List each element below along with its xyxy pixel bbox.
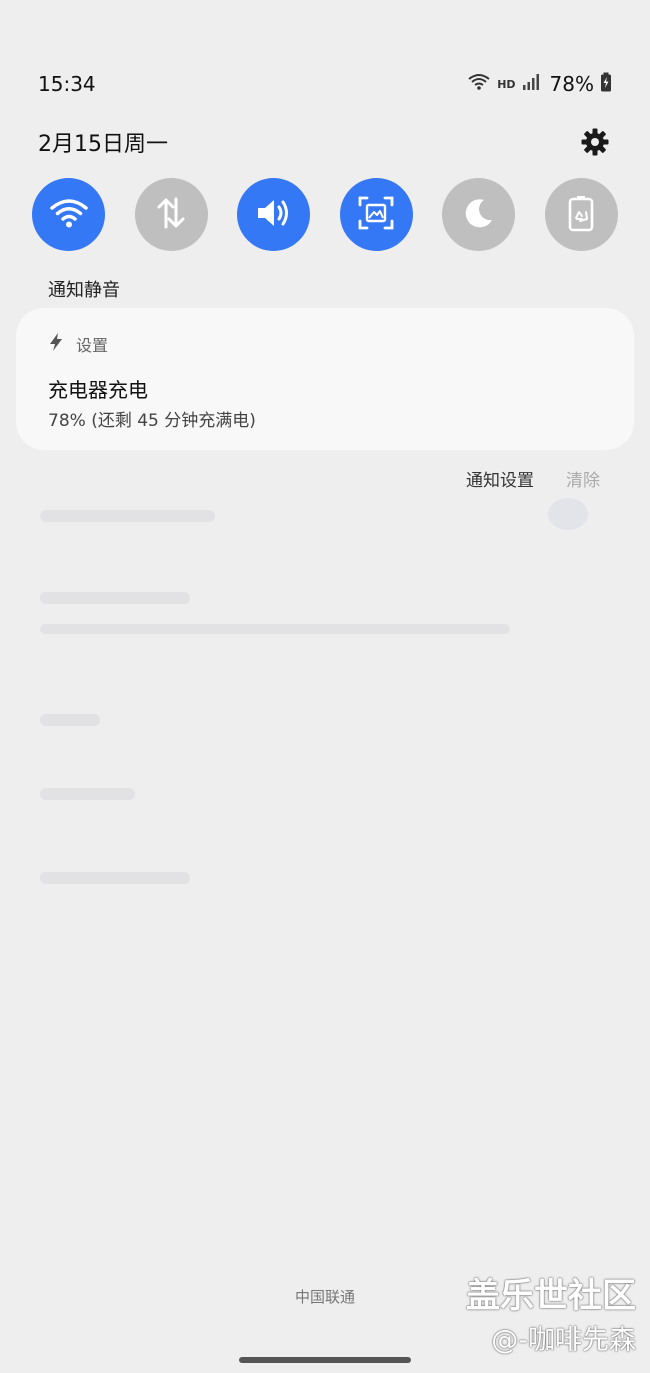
blurred-text [40,510,215,522]
notification-card[interactable]: 设置 充电器充电 78% (还剩 45 分钟充满电) [16,308,634,450]
notification-app-header: 设置 [48,332,108,356]
screenshot-icon [357,195,395,235]
battery-recycle-icon [566,194,596,236]
network-badge: HD [497,77,516,91]
home-indicator[interactable] [239,1357,411,1363]
status-bar: 15:34 HD 78% [0,64,650,104]
mobile-data-toggle[interactable] [134,178,208,251]
blurred-toggle [548,498,588,530]
power-saving-toggle[interactable] [544,178,618,251]
blurred-text [40,624,510,634]
battery-percent: 78% [549,72,594,96]
date-label: 2月15日周一 [38,132,168,157]
blurred-text [40,714,100,726]
quick-settings-toggles [32,178,618,252]
status-icons: HD 78% [467,72,612,96]
blurred-text [40,872,190,884]
screenshot-toggle[interactable] [339,178,413,251]
wifi-icon [49,196,89,234]
wifi-toggle[interactable] [32,178,105,251]
watermark-author: @-咖啡先森 [491,1325,636,1356]
notification-body: 78% (还剩 45 分钟充满电) [48,411,256,431]
speaker-icon [254,195,294,235]
watermark-community: 盖乐世社区 [466,1276,636,1316]
signal-icon [522,73,540,95]
notification-app-name: 设置 [76,336,109,355]
bolt-icon [48,332,64,356]
notification-title: 充电器充电 [48,378,148,402]
blurred-text [40,592,190,604]
battery-charging-icon [600,72,612,96]
blurred-text [40,788,135,800]
moon-icon [462,196,496,234]
sound-toggle[interactable] [237,178,311,251]
wifi-icon [467,72,491,96]
data-arrows-icon [153,195,189,235]
clear-button[interactable]: 清除 [566,466,600,491]
status-time: 15:34 [38,72,96,96]
notification-settings-button[interactable]: 通知设置 [466,466,534,491]
gear-icon[interactable] [578,125,612,159]
panel-header: 2月15日周一 [38,122,612,162]
notification-actions: 通知设置 清除 [466,466,600,491]
night-mode-toggle[interactable] [442,178,516,251]
section-label-silent: 通知静音 [48,280,120,301]
